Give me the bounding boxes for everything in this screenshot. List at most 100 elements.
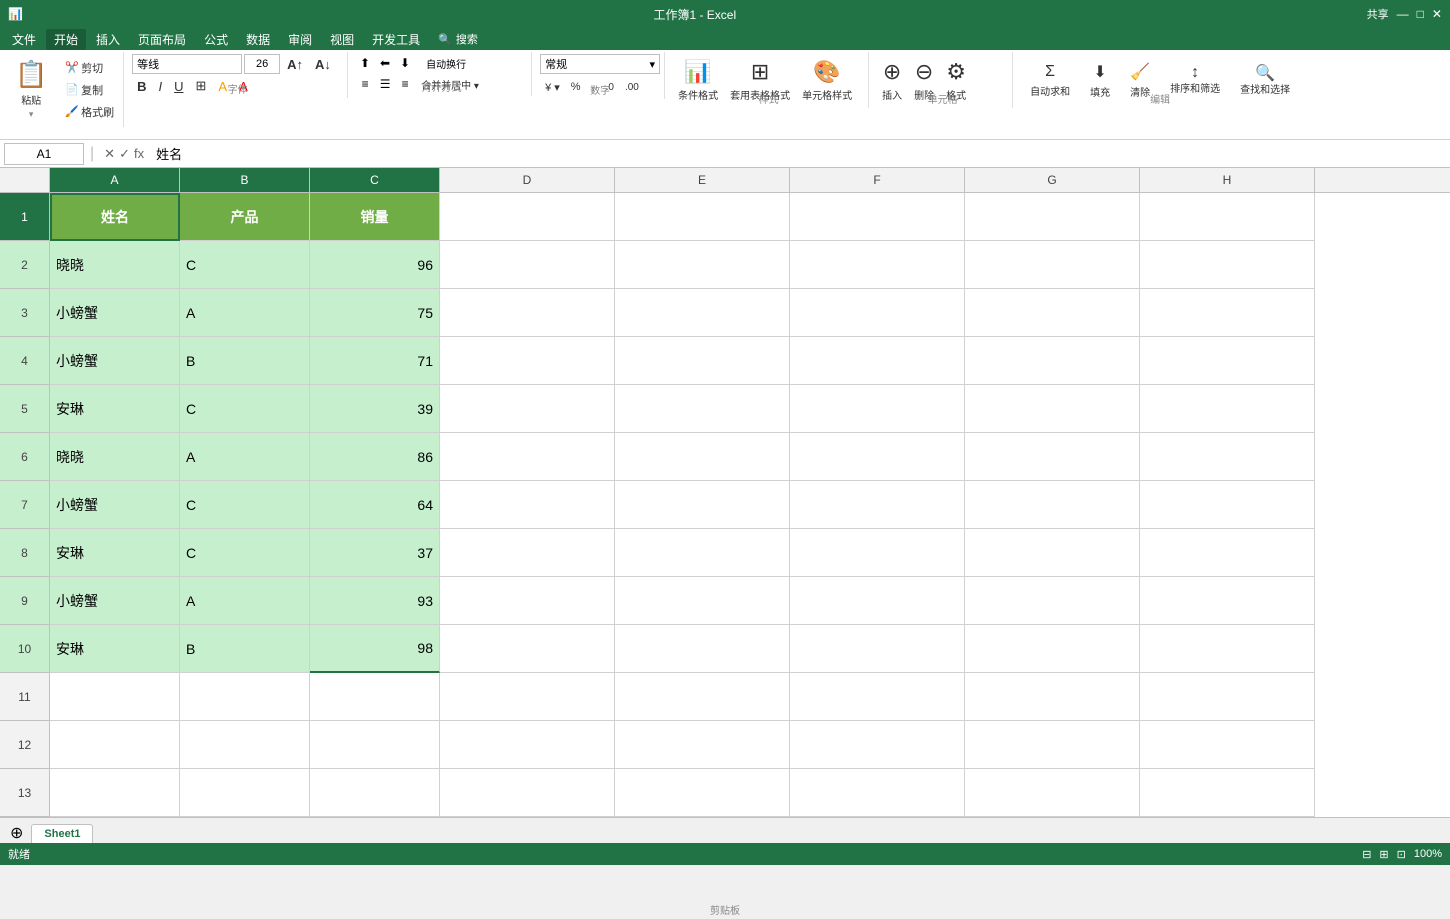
cell-a5[interactable]: 安琳 xyxy=(50,385,180,433)
cell-g7[interactable] xyxy=(965,481,1140,529)
cell-h12[interactable] xyxy=(1140,721,1315,769)
cell-d5[interactable] xyxy=(440,385,615,433)
cell-f11[interactable] xyxy=(790,673,965,721)
row-header-8[interactable]: 8 xyxy=(0,529,50,577)
share-button[interactable]: 共享 xyxy=(1367,6,1389,22)
cell-f4[interactable] xyxy=(790,337,965,385)
cell-b10[interactable]: B xyxy=(180,625,310,673)
row-header-4[interactable]: 4 xyxy=(0,337,50,385)
cell-c3[interactable]: 75 xyxy=(310,289,440,337)
font-shrink-button[interactable]: A↓ xyxy=(310,54,336,74)
cell-a7[interactable]: 小螃蟹 xyxy=(50,481,180,529)
cell-a9[interactable]: 小螃蟹 xyxy=(50,577,180,625)
col-header-f[interactable]: F xyxy=(790,168,965,192)
insert-function-button[interactable]: fx xyxy=(134,146,144,162)
menu-view[interactable]: 视图 xyxy=(322,29,362,50)
cell-e1[interactable] xyxy=(615,193,790,241)
font-name-input[interactable] xyxy=(132,54,242,74)
cell-e11[interactable] xyxy=(615,673,790,721)
row-header-9[interactable]: 9 xyxy=(0,577,50,625)
cell-c4[interactable]: 71 xyxy=(310,337,440,385)
cell-h8[interactable] xyxy=(1140,529,1315,577)
auto-wrap-button[interactable]: 自动换行 xyxy=(416,54,476,72)
cell-g5[interactable] xyxy=(965,385,1140,433)
menu-home[interactable]: 开始 xyxy=(46,29,86,50)
search-label[interactable]: 搜索 xyxy=(456,31,478,47)
align-middle-button[interactable]: ⬅ xyxy=(376,54,394,72)
confirm-formula-button[interactable]: ✓ xyxy=(119,146,130,162)
cell-d8[interactable] xyxy=(440,529,615,577)
sheet-tab-sheet1[interactable]: Sheet1 xyxy=(31,824,93,843)
cell-b7[interactable]: C xyxy=(180,481,310,529)
cell-c2[interactable]: 96 xyxy=(310,241,440,289)
cell-e7[interactable] xyxy=(615,481,790,529)
cell-e6[interactable] xyxy=(615,433,790,481)
cell-h4[interactable] xyxy=(1140,337,1315,385)
cell-b1[interactable]: 产品 xyxy=(180,193,310,241)
cell-d9[interactable] xyxy=(440,577,615,625)
cell-c1[interactable]: 销量 xyxy=(310,193,440,241)
formula-input[interactable] xyxy=(152,143,1446,165)
col-header-a[interactable]: A xyxy=(50,168,180,192)
col-header-e[interactable]: E xyxy=(615,168,790,192)
cell-f8[interactable] xyxy=(790,529,965,577)
corner-cell[interactable] xyxy=(0,168,50,192)
grid-body[interactable]: 1 2 3 4 5 6 7 8 9 10 11 12 13 姓名 产品 xyxy=(0,193,1450,817)
cell-c11[interactable] xyxy=(310,673,440,721)
font-grow-button[interactable]: A↑ xyxy=(282,54,308,74)
cell-e5[interactable] xyxy=(615,385,790,433)
cell-b11[interactable] xyxy=(180,673,310,721)
cell-f2[interactable] xyxy=(790,241,965,289)
cell-g11[interactable] xyxy=(965,673,1140,721)
row-header-7[interactable]: 7 xyxy=(0,481,50,529)
font-size-input[interactable] xyxy=(244,54,280,74)
cell-b12[interactable] xyxy=(180,721,310,769)
menu-developer[interactable]: 开发工具 xyxy=(364,29,428,50)
cell-f1[interactable] xyxy=(790,193,965,241)
maximize-button[interactable]: □ xyxy=(1417,7,1424,21)
menu-review[interactable]: 审阅 xyxy=(280,29,320,50)
cell-f12[interactable] xyxy=(790,721,965,769)
cell-b3[interactable]: A xyxy=(180,289,310,337)
cell-c8[interactable]: 37 xyxy=(310,529,440,577)
cell-h10[interactable] xyxy=(1140,625,1315,673)
cell-h9[interactable] xyxy=(1140,577,1315,625)
cell-g8[interactable] xyxy=(965,529,1140,577)
cell-f7[interactable] xyxy=(790,481,965,529)
cell-g12[interactable] xyxy=(965,721,1140,769)
cell-d10[interactable] xyxy=(440,625,615,673)
cell-d7[interactable] xyxy=(440,481,615,529)
cell-h2[interactable] xyxy=(1140,241,1315,289)
cell-a8[interactable]: 安琳 xyxy=(50,529,180,577)
cell-e13[interactable] xyxy=(615,769,790,817)
row-header-2[interactable]: 2 xyxy=(0,241,50,289)
cell-f9[interactable] xyxy=(790,577,965,625)
row-header-10[interactable]: 10 xyxy=(0,625,50,673)
cell-e12[interactable] xyxy=(615,721,790,769)
cell-d11[interactable] xyxy=(440,673,615,721)
cell-g9[interactable] xyxy=(965,577,1140,625)
col-header-d[interactable]: D xyxy=(440,168,615,192)
col-header-b[interactable]: B xyxy=(180,168,310,192)
add-sheet-button[interactable]: ⊕ xyxy=(4,823,29,843)
cell-b6[interactable]: A xyxy=(180,433,310,481)
align-bottom-button[interactable]: ⬇ xyxy=(396,54,414,72)
cell-a2[interactable]: 晓晓 xyxy=(50,241,180,289)
cell-f3[interactable] xyxy=(790,289,965,337)
cell-d2[interactable] xyxy=(440,241,615,289)
cell-h5[interactable] xyxy=(1140,385,1315,433)
cell-e3[interactable] xyxy=(615,289,790,337)
menu-data[interactable]: 数据 xyxy=(238,29,278,50)
cell-a13[interactable] xyxy=(50,769,180,817)
cell-d6[interactable] xyxy=(440,433,615,481)
cell-h7[interactable] xyxy=(1140,481,1315,529)
cell-h3[interactable] xyxy=(1140,289,1315,337)
cell-f6[interactable] xyxy=(790,433,965,481)
row-header-13[interactable]: 13 xyxy=(0,769,50,817)
cell-c10[interactable]: 98 xyxy=(310,625,440,673)
cell-g4[interactable] xyxy=(965,337,1140,385)
menu-formula[interactable]: 公式 xyxy=(196,29,236,50)
cell-c9[interactable]: 93 xyxy=(310,577,440,625)
cell-b5[interactable]: C xyxy=(180,385,310,433)
cell-a6[interactable]: 晓晓 xyxy=(50,433,180,481)
